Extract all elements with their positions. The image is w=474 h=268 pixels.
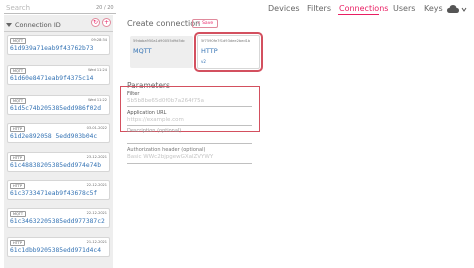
list-item[interactable]: MQTT Wed 11:24 61d60e8471eab9f4375c14: [7, 65, 110, 85]
application-url-field[interactable]: https://example.com: [127, 117, 184, 123]
refresh-icon[interactable]: ↻: [91, 18, 100, 27]
authorization-header-underline: [127, 163, 252, 164]
list-item[interactable]: MQTT Wed 11:22 61d5c74b205385edd986f02d: [7, 95, 110, 115]
active-tab-indicator: [338, 14, 379, 15]
protocol-badge: HTTP: [10, 183, 25, 189]
item-date: 03-01-2022: [86, 126, 107, 130]
description-label: Description (optional): [127, 128, 182, 134]
nav-users[interactable]: Users: [393, 4, 415, 13]
item-date: 22-12-2021: [86, 211, 107, 215]
protocol-badge: HTTP: [10, 155, 25, 161]
nav-connections[interactable]: Connections: [339, 4, 388, 13]
search-count: 20 / 20: [96, 5, 114, 11]
item-date: 22-12-2021: [86, 183, 107, 187]
item-date: 23-12-2021: [86, 155, 107, 159]
nav-devices[interactable]: Devices: [268, 4, 300, 13]
connection-id: 61d5c74b205385edd986f02d: [10, 105, 101, 112]
protocol-badge: MQTT: [10, 98, 26, 104]
filter-field[interactable]: 5b5b8be65d0f0b7a264f75a: [127, 98, 204, 104]
connection-id: 61d60e8471eab9f4375c14: [10, 75, 94, 82]
list-item[interactable]: HTTP 03-01-2022 61d2e892058 5edd903b04c: [7, 123, 110, 143]
connection-id: 61c48838205385edd974e74b: [10, 162, 101, 169]
authorization-header-field[interactable]: Basic WWc2bjpgewGXalZVYWY: [127, 154, 213, 160]
save-label: Save: [202, 21, 214, 26]
connection-id: 61d939a71eab9f43762b73: [10, 45, 94, 52]
item-date: Wed 11:22: [88, 98, 107, 102]
connection-id: 61c1dbb9205385edd971d4c4: [10, 247, 101, 254]
protocol-badge: MQTT: [10, 38, 26, 44]
protocol-badge: MQTT: [10, 211, 26, 217]
search-underline: [4, 13, 116, 14]
nav-keys[interactable]: Keys: [424, 4, 443, 13]
protocol-badge: HTTP: [10, 240, 25, 246]
item-date: 21-12-2021: [86, 240, 107, 244]
filter-label: Filter: [127, 91, 140, 97]
card-protocol: HTTP: [201, 47, 218, 55]
list-item[interactable]: HTTP 23-12-2021 61c48838205385edd974e74b: [7, 152, 110, 172]
connection-id: 61c34632205385edd977387c2: [10, 218, 105, 225]
list-item[interactable]: MQTT 22-12-2021 61c34632205385edd977387c…: [7, 208, 110, 228]
protocol-badge: MQTT: [10, 68, 26, 74]
sort-icon[interactable]: [6, 22, 12, 28]
save-button[interactable]: ✓ Save: [192, 19, 218, 28]
search-input[interactable]: Search: [6, 4, 30, 12]
panel-divider: [4, 31, 113, 32]
list-item[interactable]: HTTP 22-12-2021 61c3733471eab9f43678c5f: [7, 180, 110, 200]
protocol-card-http[interactable]: 5f7590fe7f1d93dee2bed1b HTTP v2: [194, 32, 263, 72]
application-url-label: Application URL: [127, 110, 167, 116]
authorization-header-label: Authorization header (optional): [127, 147, 206, 153]
connection-id: 61d2e892058 5edd903b04c: [10, 133, 98, 140]
description-field[interactable]: [127, 143, 252, 144]
connection-id-header: Connection ID: [15, 21, 61, 29]
connection-id: 61c3733471eab9f43678c5f: [10, 190, 98, 197]
item-date: 09:28:34: [91, 38, 107, 42]
add-icon[interactable]: +: [102, 18, 111, 27]
card-id: 5f7590fe7f1d93dee2bed1b: [201, 39, 251, 43]
list-item[interactable]: HTTP 21-12-2021 61c1dbb9205385edd971d4c4: [7, 237, 110, 257]
card-version: v2: [201, 59, 206, 64]
protocol-card-mqtt[interactable]: 59daba950a1d90055d9d5dc MQTT: [130, 36, 193, 68]
protocol-badge: HTTP: [10, 126, 25, 132]
connection-list-panel: Connection ID ↻ + MQTT 09:28:34 61d939a7…: [4, 15, 113, 268]
cloud-icon[interactable]: [446, 4, 468, 14]
nav-filters[interactable]: Filters: [307, 4, 331, 13]
filter-underline: [127, 106, 252, 107]
item-date: Wed 11:24: [88, 68, 107, 72]
application-url-underline: [127, 125, 252, 126]
list-item[interactable]: MQTT 09:28:34 61d939a71eab9f43762b73: [7, 35, 110, 55]
page-title: Create connection: [127, 19, 201, 28]
card-protocol: MQTT: [133, 47, 152, 55]
card-id: 59daba950a1d90055d9d5dc: [133, 39, 185, 43]
